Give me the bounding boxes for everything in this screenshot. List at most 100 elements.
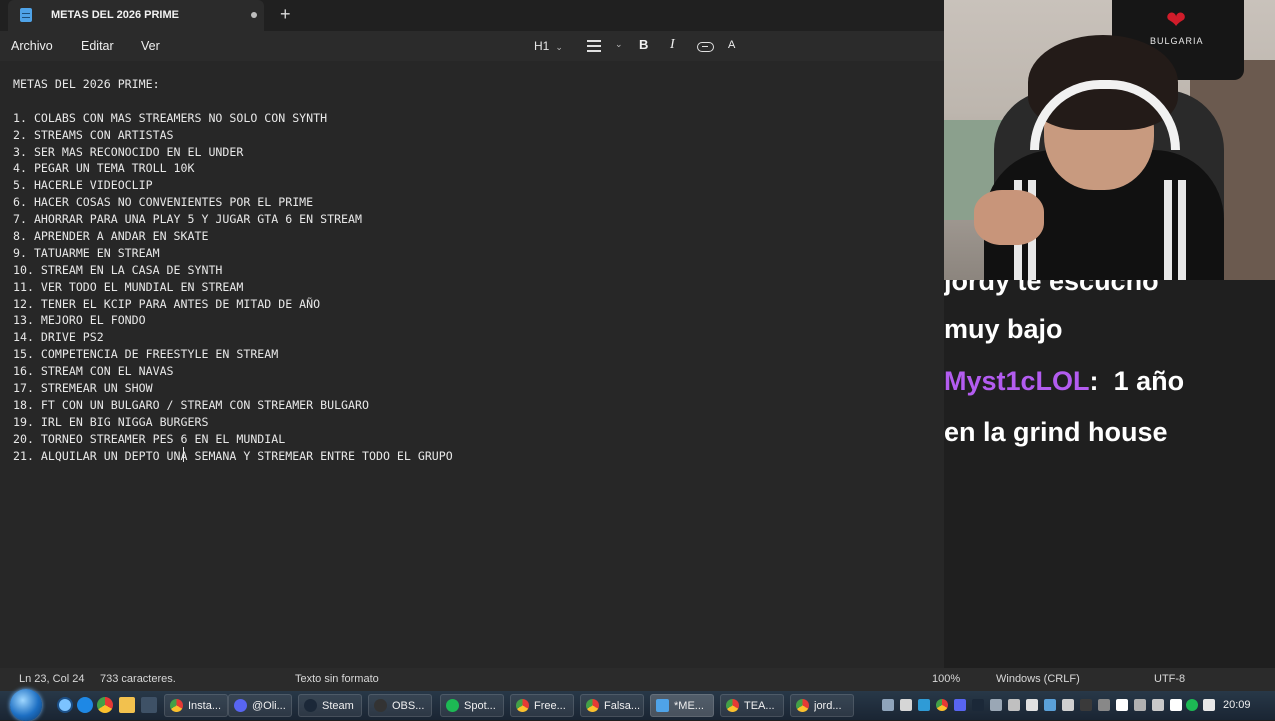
heading-dropdown[interactable]: H1 ⌄: [534, 39, 563, 53]
steam-tray-icon[interactable]: [972, 699, 984, 711]
document-line[interactable]: 18. FT CON UN BULGARO / STREAM CON STREA…: [13, 397, 453, 414]
document-line[interactable]: 17. STREMEAR UN SHOW: [13, 380, 453, 397]
taskbar-item[interactable]: Steam: [298, 694, 362, 717]
clear-formatting-button[interactable]: A: [728, 39, 735, 51]
tray-icon[interactable]: [1134, 699, 1146, 711]
document-tab[interactable]: METAS DEL 2026 PRIME: [8, 0, 264, 31]
document-line[interactable]: 4. PEGAR UN TEMA TROLL 10K: [13, 160, 453, 177]
edge-icon[interactable]: [77, 697, 93, 713]
text-caret: [183, 447, 184, 462]
taskbar-item-label: Spot...: [464, 700, 496, 712]
clock[interactable]: 20:09: [1223, 699, 1251, 711]
taskbar-item-label: Falsa...: [604, 700, 641, 712]
document-line[interactable]: 16. STREAM CON EL NAVAS: [13, 363, 453, 380]
document-line[interactable]: 21. ALQUILAR UN DEPTO UNA SEMANA Y STREM…: [13, 448, 453, 465]
menu-editar[interactable]: Editar: [81, 39, 114, 53]
tray-icon[interactable]: [1098, 699, 1110, 711]
document-line[interactable]: 9. TATUARME EN STREAM: [13, 245, 453, 262]
tray-icon[interactable]: [990, 699, 1002, 711]
taskbar-item[interactable]: Spot...: [440, 694, 504, 717]
heading-label: H1: [534, 39, 550, 53]
tray-icon[interactable]: [918, 699, 930, 711]
document-line[interactable]: METAS DEL 2026 PRIME:: [13, 76, 453, 93]
tab-title: METAS DEL 2026 PRIME: [51, 9, 179, 21]
bullet-list-icon: [587, 40, 601, 55]
title-bar: METAS DEL 2026 PRIME +: [0, 0, 944, 31]
notepad-icon: [20, 8, 32, 22]
tray-icon[interactable]: [1116, 699, 1128, 711]
document-line[interactable]: 19. IRL EN BIG NIGGA BURGERS: [13, 414, 453, 431]
taskbar-item[interactable]: TEA...: [720, 694, 784, 717]
chat-username: Myst1cLOL: [944, 366, 1090, 396]
chat-separator: :: [1089, 366, 1099, 396]
taskbar-item[interactable]: Falsa...: [580, 694, 644, 717]
clear-formatting-icon: A: [728, 39, 736, 51]
menu-archivo[interactable]: Archivo: [11, 39, 53, 53]
chat-message-line: muy bajo: [944, 314, 1063, 344]
chrome-icon: [170, 699, 183, 712]
taskbar-item[interactable]: @Oli...: [228, 694, 292, 717]
document-line[interactable]: 12. TENER EL KCIP PARA ANTES DE MITAD DE…: [13, 296, 453, 313]
chat-overlay: jordy te escucho muy bajo Myst1cLOL: 1 a…: [944, 280, 1275, 668]
chrome-icon[interactable]: [97, 697, 113, 713]
taskbar: Insta... @Oli... Steam OBS... Spot... Free...…: [0, 689, 1275, 721]
tray-icon[interactable]: [1062, 699, 1074, 711]
bold-button[interactable]: B: [639, 37, 648, 52]
document-line[interactable]: 1. COLABS CON MAS STREAMERS NO SOLO CON …: [13, 110, 453, 127]
document-line[interactable]: 5. HACERLE VIDEOCLIP: [13, 177, 453, 194]
pinned-app-icon[interactable]: [57, 697, 73, 713]
document-text[interactable]: METAS DEL 2026 PRIME: 1. COLABS CON MAS S…: [13, 76, 453, 464]
folder-icon[interactable]: [119, 697, 135, 713]
zoom-level[interactable]: 100%: [932, 673, 960, 685]
pinned-app-icon[interactable]: [141, 697, 157, 713]
document-line[interactable]: 10. STREAM EN LA CASA DE SYNTH: [13, 262, 453, 279]
discord-tray-icon[interactable]: [954, 699, 966, 711]
chrome-tray-icon[interactable]: [936, 699, 948, 711]
chrome-icon: [796, 699, 809, 712]
tray-icon[interactable]: [1044, 699, 1056, 711]
tray-icon[interactable]: [1080, 699, 1092, 711]
chat-message-line: jordy te escucho: [944, 280, 1159, 296]
tray-icon[interactable]: [1152, 699, 1164, 711]
taskbar-item-label: jord...: [814, 700, 842, 712]
document-line[interactable]: 15. COMPETENCIA DE FREESTYLE EN STREAM: [13, 346, 453, 363]
document-line[interactable]: 7. AHORRAR PARA UNA PLAY 5 Y JUGAR GTA 6…: [13, 211, 453, 228]
document-line[interactable]: 14. DRIVE PS2: [13, 329, 453, 346]
taskbar-item-label: TEA...: [744, 700, 775, 712]
network-icon[interactable]: [1170, 699, 1182, 711]
document-line[interactable]: 11. VER TODO EL MUNDIAL EN STREAM: [13, 279, 453, 296]
document-line[interactable]: 6. HACER COSAS NO CONVENIENTES POR EL PR…: [13, 194, 453, 211]
taskbar-item[interactable]: *ME...: [650, 694, 714, 717]
webcam-feed: ❤ BULGARIA: [944, 0, 1275, 280]
notepad-icon: [656, 699, 669, 712]
start-button[interactable]: [10, 689, 42, 721]
tray-icon[interactable]: [1008, 699, 1020, 711]
italic-button[interactable]: I: [670, 37, 675, 53]
document-line[interactable]: 8. APRENDER A ANDAR EN SKATE: [13, 228, 453, 245]
tray-icon[interactable]: [882, 699, 894, 711]
taskbar-item[interactable]: Insta...: [164, 694, 228, 717]
taskbar-item[interactable]: OBS...: [368, 694, 432, 717]
tray-icon[interactable]: [900, 699, 912, 711]
document-line[interactable]: 3. SER MAS RECONOCIDO EN EL UNDER: [13, 144, 453, 161]
chrome-icon: [586, 699, 599, 712]
volume-icon[interactable]: [1203, 699, 1215, 711]
link-icon[interactable]: [697, 42, 714, 52]
document-line[interactable]: 13. MEJORO EL FONDO: [13, 312, 453, 329]
new-tab-button[interactable]: +: [280, 4, 291, 24]
taskbar-item-label: Insta...: [188, 700, 222, 712]
document-line[interactable]: 20. TORNEO STREAMER PES 6 EN EL MUNDIAL: [13, 431, 453, 448]
shirt-print: BULGARIA: [1150, 36, 1204, 46]
document-line[interactable]: 2. STREAMS CON ARTISTAS: [13, 127, 453, 144]
tray-icon[interactable]: [1026, 699, 1038, 711]
list-dropdown[interactable]: ⌄: [587, 38, 623, 55]
spotify-tray-icon[interactable]: [1186, 699, 1198, 711]
text-editor[interactable]: METAS DEL 2026 PRIME: 1. COLABS CON MAS S…: [0, 61, 944, 668]
taskbar-item[interactable]: jord...: [790, 694, 854, 717]
taskbar-item[interactable]: Free...: [510, 694, 574, 717]
heart-icon: ❤: [1166, 7, 1187, 34]
unsaved-indicator-icon[interactable]: [251, 12, 257, 18]
line-endings: Windows (CRLF): [996, 673, 1080, 685]
menu-ver[interactable]: Ver: [141, 39, 160, 53]
document-line[interactable]: [13, 93, 453, 110]
